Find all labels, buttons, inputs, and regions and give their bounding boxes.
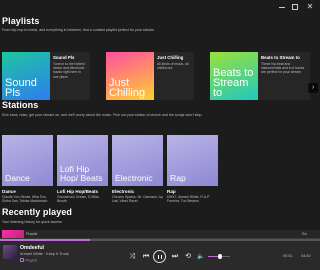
station-name: Lofi Hip Hop/Beats (57, 189, 99, 194)
playlist-info: Sound Pls Tune in to the hottest dance a… (50, 52, 90, 100)
close-button[interactable]: ✕ (305, 2, 315, 12)
playlist-name: Just Chilling (157, 55, 184, 60)
playlist-info: Beats to Stream to These hip-beat and in… (258, 52, 310, 100)
recently-played-heading: Recently played (2, 207, 73, 217)
now-playing-source[interactable]: Playlist (20, 257, 38, 262)
repeat-icon: ⟲ (185, 252, 191, 260)
repeat-button[interactable]: ⟲ (183, 252, 193, 262)
chevron-right-icon: › (311, 84, 315, 91)
playlist-name: Sound Pls (53, 55, 75, 60)
station-art: Dance (2, 135, 53, 186)
now-playing-artist[interactable]: Armani White · Keep It Trunk (20, 252, 69, 256)
playlists-subtitle: From hip-hop to metal, and everything in… (2, 28, 155, 32)
recent-item-art (2, 230, 24, 238)
volume-handle[interactable] (217, 254, 223, 259)
volume-button[interactable]: 🔈 (196, 252, 206, 262)
playlist-art: Beats to Stream to (210, 52, 258, 100)
playback-progress-bar[interactable] (0, 239, 320, 241)
station-art-text: Lofi Hip Hop/ Beats (60, 164, 103, 183)
playlist-art-text: Beats to Stream to (213, 67, 254, 99)
playlist-info: Just Chilling All kinds of music, all ch… (154, 52, 194, 100)
station-card-electronic[interactable]: Electronic Electronic Chrome Sparks, Mr.… (112, 135, 163, 203)
pause-icon-bar (160, 254, 163, 259)
station-card-lofi[interactable]: Lofi Hip Hop/ Beats Lofi Hip Hop/Beats C… (57, 135, 108, 203)
now-playing-title[interactable]: Omdeeful (20, 245, 44, 251)
previous-button[interactable]: ⏮ (141, 252, 151, 262)
maximize-icon (292, 4, 298, 10)
playlist-art-text: Just Chilling (109, 77, 146, 99)
volume-icon: 🔈 (197, 253, 205, 260)
station-name: Electronic (112, 189, 135, 194)
station-name: Rap (167, 189, 176, 194)
total-time: 04:40 (301, 253, 311, 258)
station-art: Lofi Hip Hop/ Beats (57, 135, 108, 186)
playlist-art: Just Chilling (106, 52, 154, 100)
recently-played-subtitle: Your listening history for quick access (2, 220, 62, 224)
playlists-next-button[interactable]: › (308, 83, 318, 93)
playlist-name: Beats to Stream to (261, 55, 300, 60)
maximize-button[interactable] (290, 2, 300, 12)
stations-heading: Stations (2, 100, 39, 110)
main-content[interactable]: Playlists From hip-hop to metal, and eve… (0, 14, 320, 238)
pause-icon (158, 254, 160, 259)
station-name: Dance (2, 189, 16, 194)
station-art-text: Dance (5, 173, 30, 183)
close-icon: ✕ (306, 2, 314, 11)
title-bar: ✕ (0, 0, 320, 14)
elapsed-time: 00:01 (283, 253, 293, 258)
playlist-card-beats-to-stream-to[interactable]: Beats to Stream to Beats to Stream to Th… (210, 52, 310, 100)
station-art: Electronic (112, 135, 163, 186)
recent-item-column: Ra (302, 232, 307, 236)
station-artists: DMX7, Armani White, R.A.P. Ferreira, Tra… (167, 195, 210, 204)
playlist-description: All kinds of music, all chilled out (157, 62, 189, 71)
now-playing-source-label: Playlist (25, 258, 38, 262)
playlist-description: These hip-beat and instrumentals and lo-… (261, 62, 305, 75)
station-card-rap[interactable]: Rap Rap DMX7, Armani White, R.A.P. Ferre… (167, 135, 218, 203)
playlist-description: Tune in to the hottest dance and electro… (53, 62, 85, 79)
playlist-card-sound-pls[interactable]: Sound Pls Sound Pls Tune in to the hotte… (2, 52, 90, 100)
station-art-text: Electronic (115, 173, 153, 183)
stations-subtitle: Kick back, relax, get your stream on, an… (2, 113, 203, 117)
next-icon: ⏭ (171, 252, 179, 260)
pause-button[interactable] (153, 250, 166, 263)
playlists-heading: Playlists (2, 16, 40, 26)
minimize-button[interactable] (277, 2, 287, 12)
shuffle-button[interactable]: ⤨ (127, 252, 137, 262)
now-playing-art[interactable] (3, 245, 17, 259)
recent-item-label: Playlist (26, 232, 38, 236)
shuffle-icon: ⤨ (129, 252, 135, 260)
station-art-text: Rap (170, 173, 186, 183)
playlist-card-just-chilling[interactable]: Just Chilling Just Chilling All kinds of… (106, 52, 194, 100)
minimize-icon (279, 7, 285, 8)
station-artists: Chrome Sparks, Mr. Carmack, Ivy Lab, Vib… (112, 195, 163, 204)
playlist-art: Sound Pls (2, 52, 50, 100)
next-button[interactable]: ⏭ (170, 252, 180, 262)
playlist-art-text: Sound Pls (5, 77, 37, 99)
playlist-icon (20, 257, 24, 262)
player-bar: Omdeeful Armani White · Keep It Trunk Pl… (0, 238, 320, 270)
recently-played-row[interactable]: Playlist Ra (2, 230, 320, 238)
station-artists: Claude Von Stroke, Mira Fun, Shiba San, … (2, 195, 48, 204)
previous-icon: ⏮ (142, 252, 150, 260)
station-art: Rap (167, 135, 218, 186)
station-artists: Cloudchord, Kream, D Milla, Bruuth (57, 195, 100, 204)
playback-progress-fill (0, 239, 90, 241)
station-card-dance[interactable]: Dance Dance Claude Von Stroke, Mira Fun,… (2, 135, 53, 203)
volume-slider[interactable] (208, 254, 230, 259)
